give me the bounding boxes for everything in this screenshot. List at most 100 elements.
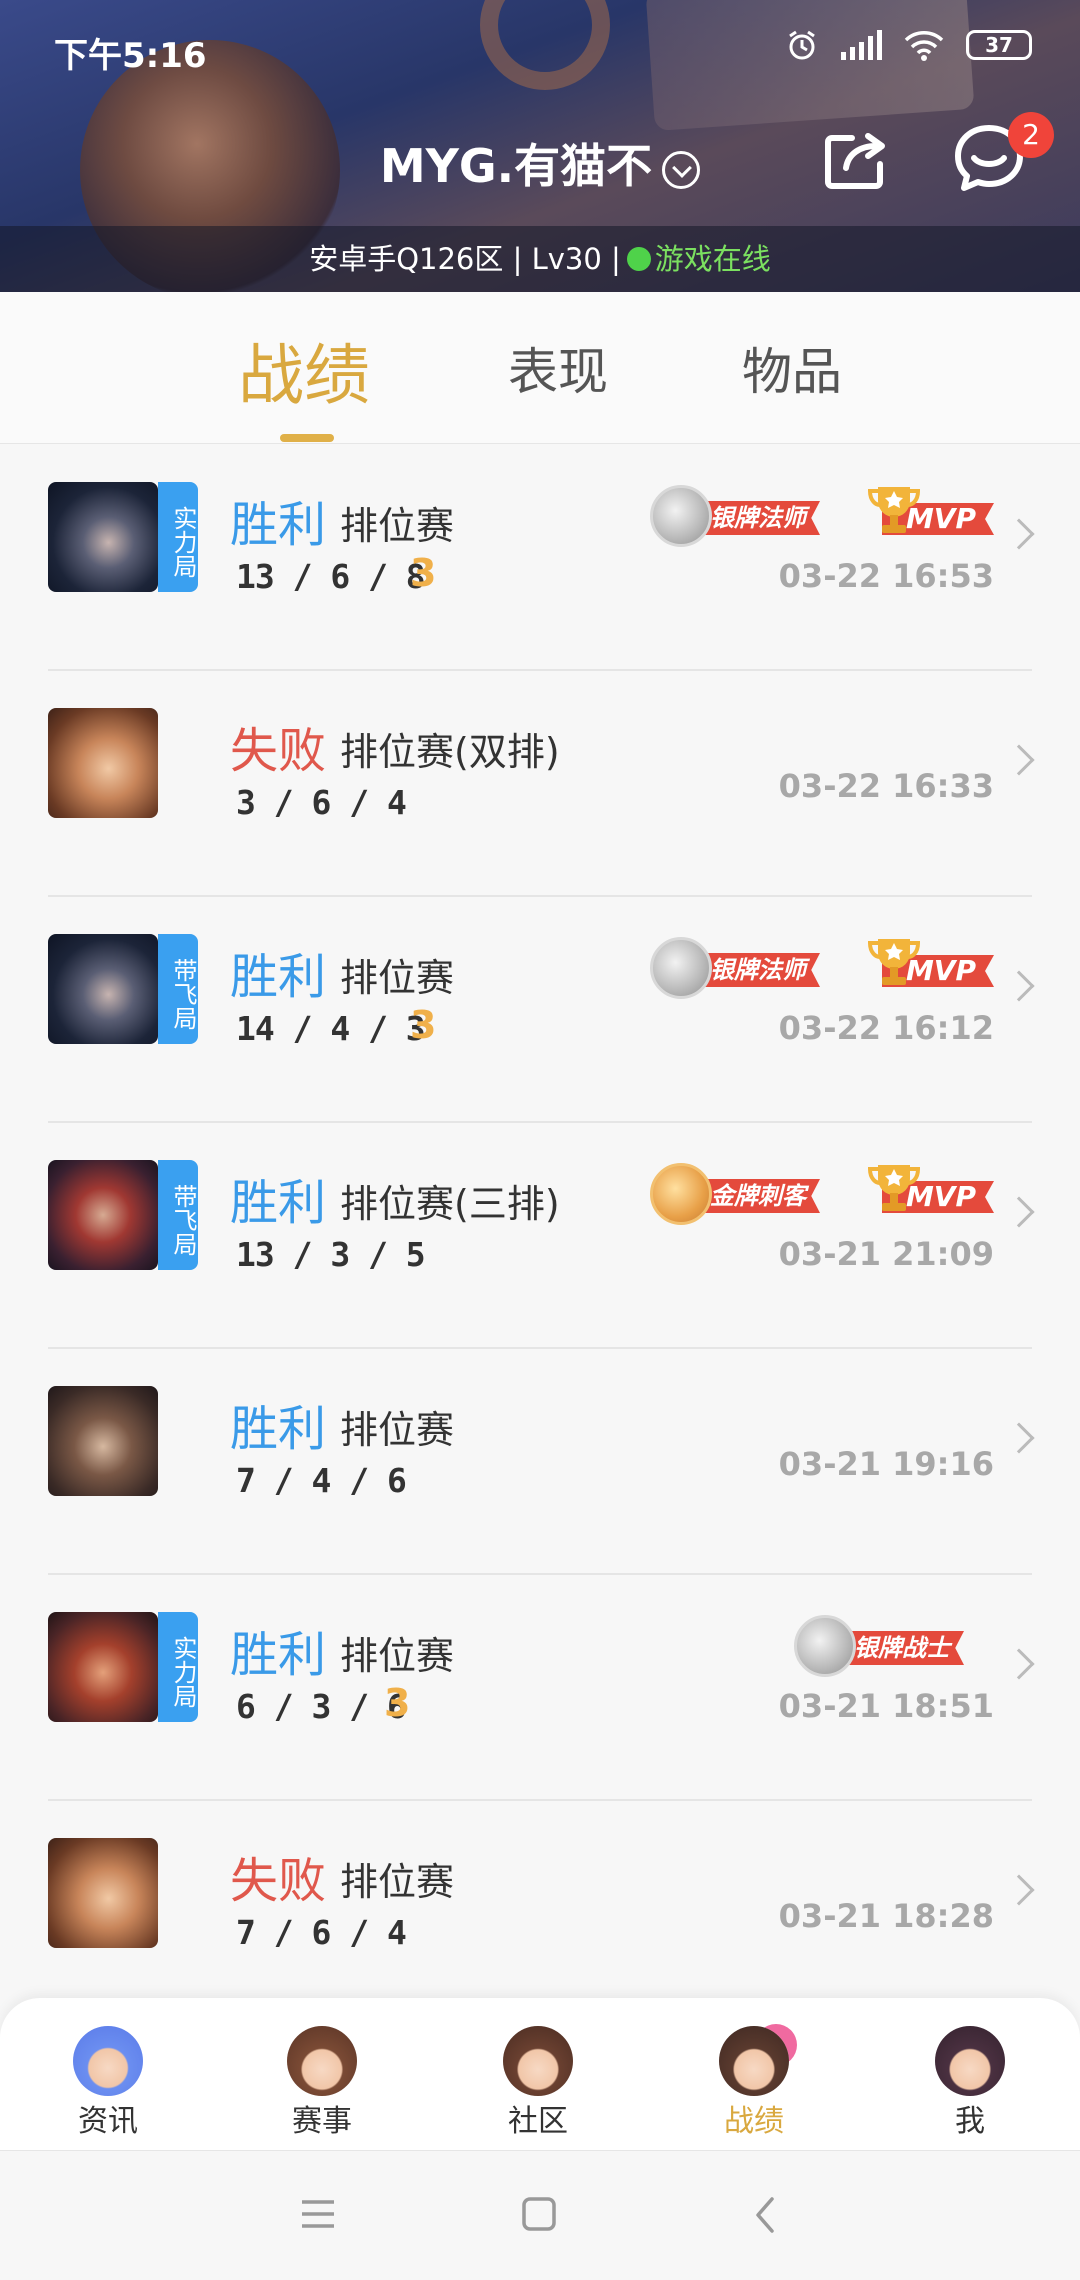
hero-avatar [48,482,158,592]
nav-events[interactable]: 赛事 [262,2026,382,2140]
nav-label: 社区 [508,2104,568,2139]
match-badges: 银牌法师 MVP [650,937,994,999]
online-status: 游戏在线 [654,242,771,276]
community-mascot-icon [503,2026,573,2096]
silver-medal-icon [794,1615,856,1677]
tab-items[interactable]: 物品 [742,332,842,404]
chevron-down-icon [662,150,701,189]
match-result: 胜利 [230,497,327,553]
chevron-right-icon [1003,1196,1035,1228]
battery-icon: 37 [966,30,1032,60]
match-row[interactable]: 带飞局 胜利 排位赛(三排) 13 / 3 / 5 金牌刺客 MVP 03-21… [48,1123,1035,1349]
nav-news[interactable]: 资讯 [48,2026,168,2140]
nav-label: 战绩 [724,2104,784,2139]
match-kda: 7 / 6 / 4 [236,1913,407,1952]
hero-avatar [48,1838,158,1948]
banner-artwork [645,0,975,131]
trophy-icon [867,487,921,533]
news-mascot-icon [73,2026,143,2096]
server-info: 安卓手Q126区 | Lv30 | [309,242,621,276]
match-badges: 金牌刺客 MVP [650,1163,994,1225]
menu-icon[interactable] [298,2197,338,2231]
match-time: 03-22 16:53 [778,557,994,595]
wifi-icon [904,31,944,61]
chevron-right-icon [1003,1648,1035,1680]
match-kda: 13 / 6 / 8 [236,557,426,596]
match-mode: 排位赛 [340,1408,455,1452]
hero-avatar [48,1612,158,1722]
hero-avatar [48,934,158,1044]
match-tag: 实力局 [158,1612,198,1722]
match-result: 失败 [230,723,327,779]
username-switcher[interactable]: MYG.有猫不 [0,130,1080,196]
record-tabs: 战绩 表现 物品 [0,292,1080,444]
status-icons: 37 [785,28,1032,62]
match-kda: 14 / 4 / 3 [236,1009,426,1048]
match-row[interactable]: 实力局 胜利 排位赛 13 / 6 / 8 3 银牌法师 MVP 03-22 1… [48,445,1035,671]
chevron-right-icon [1003,970,1035,1002]
match-mode: 排位赛 [340,1860,455,1904]
match-time: 03-21 18:51 [778,1687,994,1725]
signal-icon [841,30,882,60]
match-tag: 带飞局 [158,934,198,1044]
match-mode: 排位赛 [340,956,455,1000]
server-info-bar: 安卓手Q126区 | Lv30 | 游戏在线 [0,226,1080,292]
match-time: 03-21 21:09 [778,1235,994,1273]
tab-records[interactable]: 战绩 [238,322,370,418]
trophy-icon [867,1165,921,1211]
alarm-icon [789,30,815,60]
tab-performance[interactable]: 表现 [508,332,608,404]
match-result: 胜利 [230,949,327,1005]
home-icon[interactable] [520,2195,558,2233]
match-row[interactable]: 胜利 排位赛 7 / 4 / 6 03-21 19:16 [48,1349,1035,1575]
match-mode: 排位赛(双排) [340,730,560,774]
silver-medal-icon [650,485,712,547]
nav-community[interactable]: 社区 [478,2026,598,2140]
nav-records[interactable]: 战绩 [694,2026,814,2140]
emblem-artwork [480,0,610,90]
match-row[interactable]: 失败 排位赛(双排) 3 / 6 / 4 03-22 16:33 [48,671,1035,897]
chevron-right-icon [1003,1422,1035,1454]
match-list: 实力局 胜利 排位赛 13 / 6 / 8 3 银牌法师 MVP 03-22 1… [0,445,1080,2027]
triple-kill-badge: 3 [384,1681,411,1725]
me-mascot-icon [935,2026,1005,2096]
hero-avatar [48,1386,158,1496]
status-time: 下午5:16 [54,36,207,76]
match-badges: 银牌战士 [794,1615,994,1677]
trophy-icon [867,939,921,985]
nav-me[interactable]: 我 [910,2026,1030,2140]
match-kda: 13 / 3 / 5 [236,1235,426,1274]
match-tag: 实力局 [158,482,198,592]
hero-avatar [48,1160,158,1270]
back-icon[interactable] [752,2195,778,2235]
match-time: 03-21 19:16 [778,1445,994,1483]
match-time: 03-22 16:12 [778,1009,994,1047]
hero-avatar [48,708,158,818]
system-navigation-bar [0,2150,1080,2280]
active-tab-indicator [280,434,334,442]
match-result: 胜利 [230,1627,327,1683]
profile-header: 下午5:16 37 MYG.有猫不 2 安卓手Q126区 | Lv30 | 游戏在… [0,0,1080,292]
gold-medal-icon [650,1163,712,1225]
silver-medal-icon [650,937,712,999]
bottom-navigation: 资讯 赛事 社区 战绩 我 [0,1998,1080,2150]
nav-label: 赛事 [292,2104,352,2139]
chevron-right-icon [1003,1874,1035,1906]
match-kda: 3 / 6 / 4 [236,783,407,822]
match-time: 03-21 18:28 [778,1897,994,1935]
match-badges: 银牌法师 MVP [650,485,994,547]
match-mode: 排位赛 [340,504,455,548]
match-row[interactable]: 实力局 胜利 排位赛 6 / 3 / 6 3 银牌战士 03-21 18:51 [48,1575,1035,1801]
records-mascot-icon [719,2026,789,2096]
match-result: 胜利 [230,1401,327,1457]
username: MYG.有猫不 [379,139,653,193]
triple-kill-badge: 3 [410,1003,437,1047]
match-row[interactable]: 失败 排位赛 7 / 6 / 4 03-21 18:28 [48,1801,1035,2027]
share-icon[interactable] [822,128,892,192]
match-mode: 排位赛(三排) [340,1182,560,1226]
match-row[interactable]: 带飞局 胜利 排位赛 14 / 4 / 3 3 银牌法师 MVP 03-22 1… [48,897,1035,1123]
nav-label: 资讯 [78,2104,138,2139]
chevron-right-icon [1003,518,1035,550]
nav-label: 我 [955,2104,985,2139]
match-time: 03-22 16:33 [778,767,994,805]
